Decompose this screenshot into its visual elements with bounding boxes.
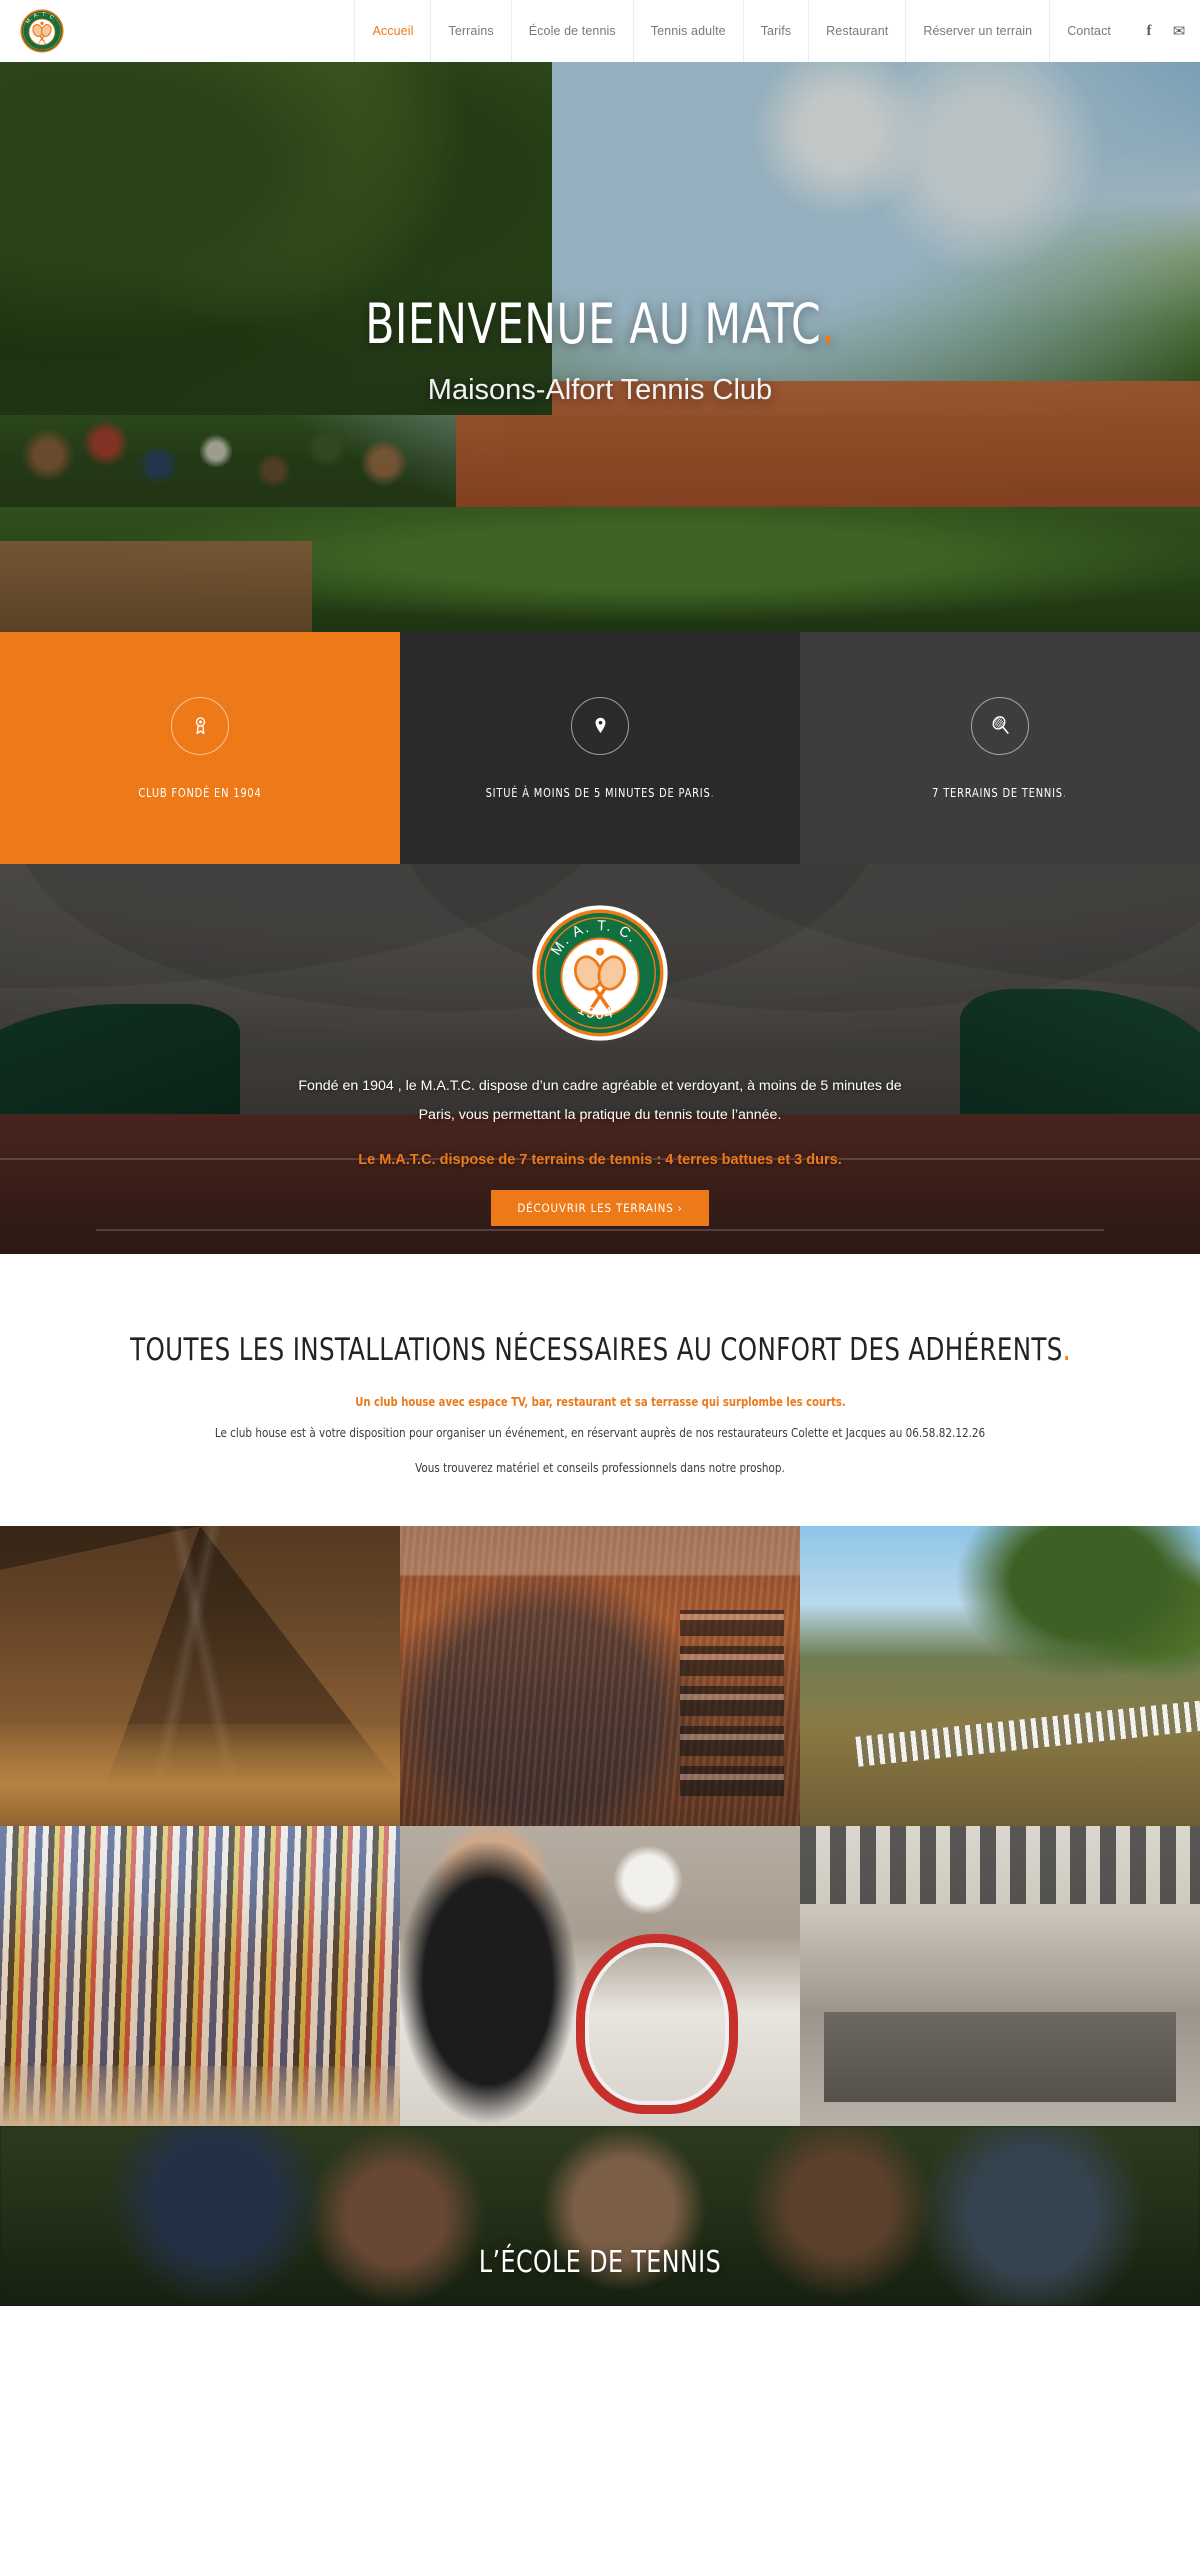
feature-label-terrains: 7 TERRAINS DE TENNIS. <box>933 785 1068 800</box>
feature-label-club-fonde: CLUB FONDÉ EN 1904 <box>138 785 261 800</box>
feature-strip: CLUB FONDÉ EN 1904 SITUÉ À MOINS DE 5 MI… <box>0 632 1200 864</box>
feature-dot-1: . <box>710 784 715 800</box>
award-ribbon-icon <box>171 696 229 755</box>
hero-title-dot: . <box>821 292 835 356</box>
installations-subheading: Un club house avec espace TV, bar, resta… <box>354 1394 846 1409</box>
nav-item-terrains[interactable]: Terrains <box>430 0 510 62</box>
nav-item-ecole-de-tennis[interactable]: École de tennis <box>510 0 633 62</box>
ecole-de-tennis-section: L’ÉCOLE DE TENNIS <box>0 2126 1200 2307</box>
gallery-item-proshop-rackets-wall[interactable] <box>0 1826 400 2127</box>
discover-courts-button[interactable]: DÉCOUVRIR LES TERRAINS › <box>491 1190 709 1227</box>
hero-title-text: BIENVENUE AU MATC <box>365 292 822 356</box>
nav-item-reserver-un-terrain[interactable]: Réserver un terrain <box>905 0 1049 62</box>
main-navigation: Accueil Terrains École de tennis Tennis … <box>354 0 1200 62</box>
matc-logo-icon: M. A. T. C. 1904 <box>18 7 66 55</box>
email-icon[interactable]: ✉ <box>1164 22 1194 40</box>
about-section: M. A. T. C. 1904 Fondé en 1904 , le M.A.… <box>0 864 1200 1254</box>
installations-heading-text: TOUTES LES INSTALLATIONS NÉCESSAIRES AU … <box>129 1332 1063 1368</box>
gallery-item-racket-stringing-workshop[interactable] <box>400 1826 800 2127</box>
about-content: M. A. T. C. 1904 Fondé en 1904 , le M.A.… <box>0 864 1200 1227</box>
hero-banner: BIENVENUE AU MATC. Maisons-Alfort Tennis… <box>0 62 1200 632</box>
nav-item-tennis-adulte[interactable]: Tennis adulte <box>632 0 743 62</box>
map-pin-icon <box>571 696 629 755</box>
nav-item-contact[interactable]: Contact <box>1049 0 1128 62</box>
hero-text-block: BIENVENUE AU MATC. Maisons-Alfort Tennis… <box>0 62 1200 632</box>
feature-card-club-fonde[interactable]: CLUB FONDÉ EN 1904 <box>0 632 400 864</box>
ecole-title: L’ÉCOLE DE TENNIS <box>478 2245 722 2281</box>
feature-card-situe-paris[interactable]: SITUÉ À MOINS DE 5 MINUTES DE PARIS. <box>400 632 800 864</box>
matc-emblem-icon: M. A. T. C. 1904 <box>531 904 669 1042</box>
hero-title: BIENVENUE AU MATC. <box>365 297 835 352</box>
feature-label-situe-paris: SITUÉ À MOINS DE 5 MINUTES DE PARIS. <box>486 785 715 800</box>
about-paragraph: Fondé en 1904 , le M.A.T.C. dispose d’un… <box>298 1078 902 1124</box>
page-root: M. A. T. C. 1904 Accueil Terrains École … <box>0 0 1200 2307</box>
logo-link[interactable]: M. A. T. C. 1904 <box>0 0 150 62</box>
photo-gallery <box>0 1526 1200 2127</box>
nav-item-accueil[interactable]: Accueil <box>354 0 430 62</box>
gallery-item-clubhouse-bar[interactable] <box>800 1826 1200 2127</box>
installations-section: TOUTES LES INSTALLATIONS NÉCESSAIRES AU … <box>0 1254 1200 1527</box>
installations-line-1: Le club house est à votre disposition po… <box>214 1425 986 1440</box>
feature-dot-2: . <box>1063 784 1068 800</box>
about-highlight: Le M.A.T.C. dispose de 7 terrains de ten… <box>358 1152 842 1169</box>
hero-subtitle: Maisons-Alfort Tennis Club <box>427 374 773 406</box>
installations-heading-dot: . <box>1062 1332 1071 1368</box>
gallery-item-clubhouse-roof-beams[interactable] <box>0 1526 400 1827</box>
nav-item-tarifs[interactable]: Tarifs <box>742 0 808 62</box>
feature-card-terrains[interactable]: 7 TERRAINS DE TENNIS. <box>800 632 1200 864</box>
facebook-icon[interactable]: f <box>1134 23 1164 40</box>
feature-text-1: SITUÉ À MOINS DE 5 MINUTES DE PARIS <box>485 784 711 800</box>
gallery-item-terrace-overlooking-courts[interactable] <box>800 1526 1200 1827</box>
feature-text-2: 7 TERRAINS DE TENNIS <box>932 784 1064 800</box>
site-header: M. A. T. C. 1904 Accueil Terrains École … <box>0 0 1200 62</box>
installations-line-2: Vous trouverez matériel et conseils prof… <box>415 1459 785 1475</box>
feature-text-0: CLUB FONDÉ EN 1904 <box>138 784 262 800</box>
social-links: f ✉ <box>1128 0 1200 62</box>
gallery-item-clubhouse-banquet-hall[interactable] <box>400 1526 800 1827</box>
nav-item-restaurant[interactable]: Restaurant <box>808 0 905 62</box>
tennis-racket-icon <box>971 696 1029 755</box>
installations-heading: TOUTES LES INSTALLATIONS NÉCESSAIRES AU … <box>130 1332 1071 1368</box>
